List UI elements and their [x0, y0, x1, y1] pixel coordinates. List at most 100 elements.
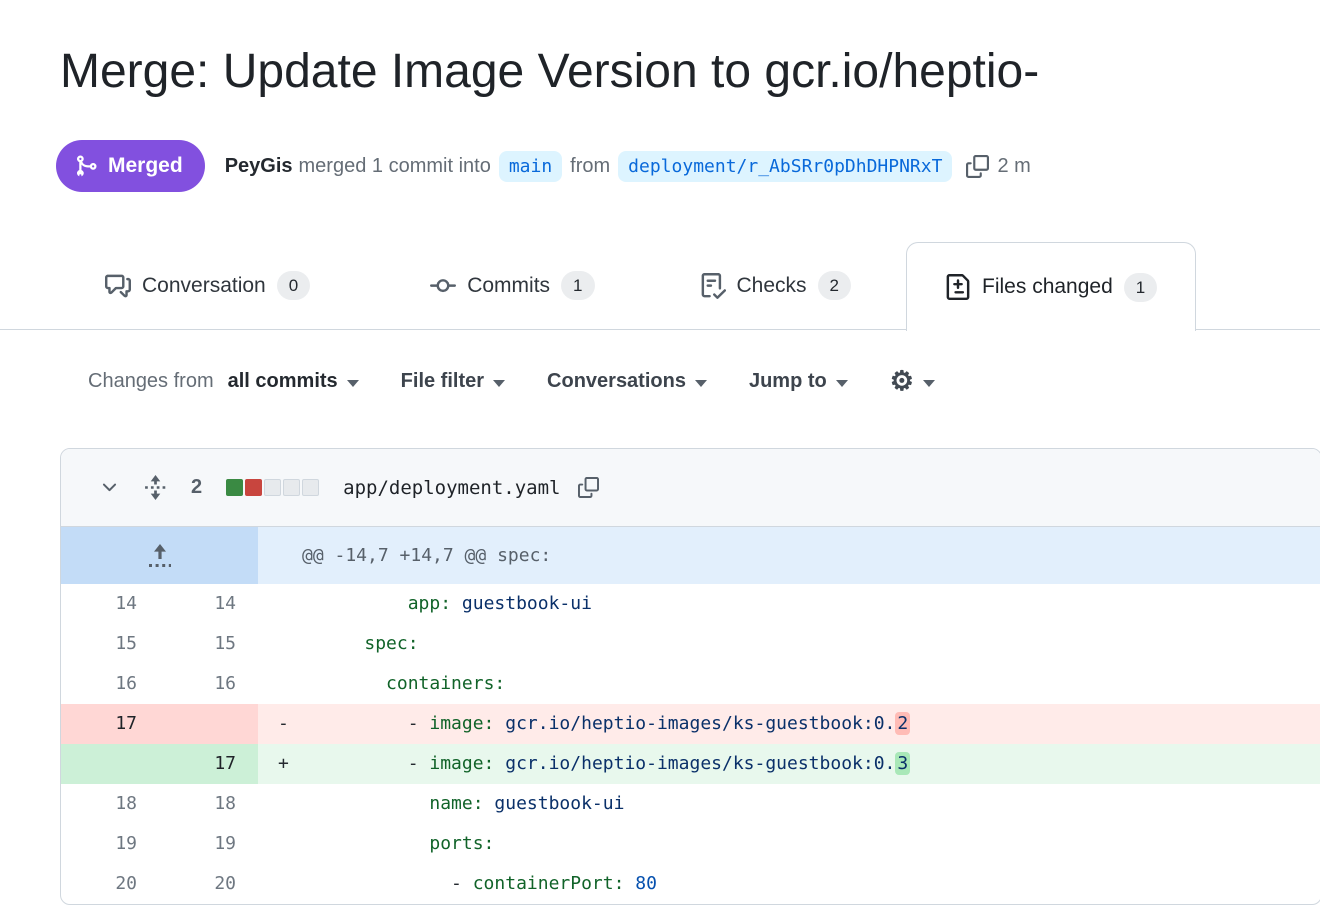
code-line: - image: gcr.io/heptio-images/ks-guestbo…	[321, 704, 1320, 744]
line-number-new[interactable]: 20	[159, 864, 258, 904]
line-number-old[interactable]: 20	[61, 864, 159, 904]
diff-row: 1919 ports:	[61, 824, 1320, 864]
diffstat-block-neutral	[264, 479, 281, 496]
line-number-new[interactable]: 16	[159, 664, 258, 704]
tab-conversation[interactable]: Conversation 0	[75, 242, 340, 329]
line-number-old[interactable]: 14	[61, 584, 159, 624]
code-line: spec:	[321, 624, 1320, 664]
file-filter-label: File filter	[401, 370, 484, 393]
code-line: name: guestbook-ui	[321, 784, 1320, 824]
jump-to-dropdown[interactable]: Jump to	[749, 370, 848, 393]
diffstat-block-neutral	[302, 479, 319, 496]
diff-row: 2020 - containerPort: 80	[61, 864, 1320, 904]
drag-handle-icon[interactable]	[144, 475, 167, 500]
tab-label: Conversation	[142, 274, 266, 298]
chevron-down-icon	[493, 380, 505, 387]
git-merge-icon	[74, 154, 98, 178]
status-badge-label: Merged	[108, 154, 183, 178]
line-number-old[interactable]: 18	[61, 784, 159, 824]
chevron-down-icon	[347, 380, 359, 387]
line-number-new[interactable]: 17	[159, 744, 258, 784]
page-title: Merge: Update Image Version to gcr.io/he…	[60, 44, 1320, 99]
line-number-old[interactable]: 16	[61, 664, 159, 704]
diff-settings-dropdown[interactable]: ⚙	[890, 368, 935, 395]
file-header: 2 app/deployment.yaml	[61, 449, 1320, 527]
git-commit-icon	[430, 273, 456, 299]
diff-marker	[258, 584, 321, 624]
chevron-down-icon	[695, 380, 707, 387]
code-line: - image: gcr.io/heptio-images/ks-guestbo…	[321, 744, 1320, 784]
line-number-old[interactable]	[61, 744, 159, 784]
file-name-link[interactable]: app/deployment.yaml	[343, 477, 560, 499]
jump-to-label: Jump to	[749, 370, 827, 393]
code-line: - containerPort: 80	[321, 864, 1320, 904]
tab-counter: 0	[277, 271, 310, 300]
line-number-new[interactable]: 14	[159, 584, 258, 624]
collapse-file-chevron-icon[interactable]	[99, 477, 120, 498]
code-line: app: guestbook-ui	[321, 584, 1320, 624]
changes-from-dropdown[interactable]: Changes from all commits	[88, 370, 359, 393]
code-line: containers:	[321, 664, 1320, 704]
conversations-label: Conversations	[547, 370, 686, 393]
conversations-dropdown[interactable]: Conversations	[547, 370, 707, 393]
diff-toolbar: Changes from all commits File filter Con…	[88, 368, 935, 395]
chevron-down-icon	[923, 380, 935, 387]
from-text: from	[570, 155, 610, 178]
diff-marker: -	[258, 704, 321, 744]
file-filter-dropdown[interactable]: File filter	[401, 370, 505, 393]
diff-marker	[258, 624, 321, 664]
code-line: ports:	[321, 824, 1320, 864]
timestamp: 2 m	[997, 155, 1030, 178]
expand-up-icon	[140, 543, 180, 569]
pr-meta-row: Merged PeyGis merged 1 commit into main …	[56, 140, 1031, 192]
diffstat-block-deletion	[245, 479, 262, 496]
pr-tab-nav: Conversation 0 Commits 1 Checks 2 Files …	[0, 242, 1320, 330]
copy-file-path-button[interactable]	[578, 477, 599, 498]
copy-icon	[966, 155, 989, 178]
tab-commits[interactable]: Commits 1	[400, 242, 624, 329]
file-diff-card: 2 app/deployment.yaml @@ -14,7 +14,7 @@ …	[60, 448, 1320, 905]
diffstat-block-neutral	[283, 479, 300, 496]
line-number-old[interactable]: 17	[61, 704, 159, 744]
diff-row: 1414 app: guestbook-ui	[61, 584, 1320, 624]
copy-branch-button[interactable]	[966, 155, 989, 178]
tab-counter: 1	[561, 271, 594, 300]
diff-row: 17 - - image: gcr.io/heptio-images/ks-gue…	[61, 704, 1320, 744]
line-number-old[interactable]: 19	[61, 824, 159, 864]
diff-marker: +	[258, 744, 321, 784]
file-diff-icon	[945, 274, 971, 300]
tab-checks[interactable]: Checks 2	[670, 242, 882, 329]
author-link[interactable]: PeyGis	[225, 155, 293, 178]
line-number-old[interactable]: 15	[61, 624, 159, 664]
merge-action-text: merged 1 commit into	[299, 155, 491, 178]
line-number-new[interactable]: 18	[159, 784, 258, 824]
diff-marker	[258, 824, 321, 864]
diff-row: 17+ - image: gcr.io/heptio-images/ks-gue…	[61, 744, 1320, 784]
gear-icon: ⚙	[890, 368, 914, 395]
tab-files-changed[interactable]: Files changed 1	[906, 242, 1196, 331]
file-changes-count: 2	[191, 476, 202, 499]
tab-label: Checks	[737, 274, 807, 298]
chevron-down-icon	[836, 380, 848, 387]
tab-counter: 1	[1124, 273, 1157, 302]
checklist-icon	[700, 273, 726, 299]
hunk-header-text: @@ -14,7 +14,7 @@ spec:	[258, 527, 1320, 584]
changes-from-value: all commits	[228, 370, 338, 393]
diff-marker	[258, 664, 321, 704]
base-branch-link[interactable]: main	[499, 151, 562, 182]
line-number-new[interactable]	[159, 704, 258, 744]
tab-label: Files changed	[982, 275, 1113, 299]
tab-counter: 2	[818, 271, 851, 300]
expand-hunk-button[interactable]	[61, 527, 258, 584]
line-number-new[interactable]: 15	[159, 624, 258, 664]
diffstat-blocks	[226, 479, 319, 496]
comment-discussion-icon	[105, 273, 131, 299]
head-branch-link[interactable]: deployment/r_AbSRr0pDhDHPNRxT	[618, 151, 952, 182]
hunk-header-row: @@ -14,7 +14,7 @@ spec:	[61, 527, 1320, 584]
diff-lines: 1414 app: guestbook-ui1515 spec:1616 con…	[61, 584, 1320, 904]
changes-from-label: Changes from	[88, 370, 214, 393]
diff-row: 1616 containers:	[61, 664, 1320, 704]
diff-marker	[258, 864, 321, 904]
line-number-new[interactable]: 19	[159, 824, 258, 864]
diff-row: 1818 name: guestbook-ui	[61, 784, 1320, 824]
